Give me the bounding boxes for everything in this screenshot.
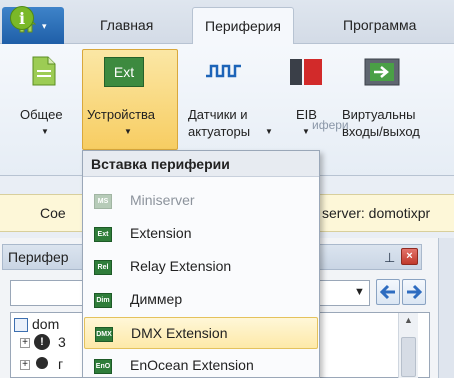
virtual-input-icon	[364, 58, 400, 86]
menu-item-extension[interactable]: Ext Extension	[84, 218, 318, 250]
vertical-scrollbar[interactable]: ▲	[398, 313, 418, 378]
virtual-io-button[interactable]: Виртуальны входы/выход	[336, 50, 454, 150]
tree-root-label[interactable]: dom	[32, 316, 59, 332]
side-pane-edge	[438, 238, 454, 378]
menu-item-label: Диммер	[130, 291, 183, 307]
tree-item-label[interactable]: г	[58, 356, 63, 372]
virtual-label-line2: входы/выход	[342, 124, 420, 139]
info-icon: i	[10, 6, 34, 30]
tab-program[interactable]: Программа	[331, 7, 428, 44]
extension-module-icon: Ext	[104, 57, 144, 87]
menu-item-label: DMX Extension	[131, 325, 228, 341]
periphery-panel-title: Перифер	[8, 249, 69, 265]
menu-item-dmx-extension[interactable]: DMX DMX Extension	[84, 317, 318, 349]
expand-icon[interactable]: +	[20, 338, 30, 348]
close-icon[interactable]: ×	[401, 248, 418, 265]
eib-button[interactable]: EIB ▼	[282, 50, 328, 150]
tab-periphery[interactable]: Периферия	[192, 7, 294, 45]
extension-icon: Ext	[94, 227, 112, 242]
info-text-left: Сое	[40, 205, 66, 221]
tree-item-label[interactable]: 3	[58, 334, 66, 350]
chevron-down-icon: ▾	[42, 21, 47, 31]
ribbon-group-label: ифери	[312, 118, 349, 132]
arrow-left-icon	[379, 284, 395, 300]
menu-item-miniserver[interactable]: MS Miniserver	[84, 185, 318, 217]
menu-item-enocean-extension[interactable]: EnO EnOcean Extension	[84, 350, 318, 378]
chevron-down-icon: ▼	[124, 127, 132, 136]
document-icon	[32, 56, 56, 86]
menu-header: Вставка периферии	[83, 151, 319, 177]
sensors-actuators-button[interactable]: Датчики и актуаторы ▼	[184, 50, 278, 150]
dimmer-icon: Dim	[94, 293, 112, 308]
menu-item-dimmer[interactable]: Dim Диммер	[84, 284, 318, 316]
chevron-down-icon: ▼	[265, 127, 273, 136]
warning-icon: !	[34, 334, 50, 350]
sensors-label-line2: актуаторы	[188, 124, 251, 139]
tab-home[interactable]: Главная	[88, 7, 165, 44]
devices-label: Устройства	[87, 107, 156, 122]
sensors-label-line1: Датчики и	[188, 107, 248, 122]
miniserver-icon: MS	[94, 194, 112, 209]
chevron-down-icon: ▼	[41, 127, 49, 136]
expand-icon[interactable]: +	[20, 360, 30, 370]
enocean-extension-icon: EnO	[94, 359, 112, 374]
relay-extension-icon: Rel	[94, 260, 112, 275]
arrow-right-icon	[407, 284, 423, 300]
miniserver-tree-icon	[14, 318, 28, 332]
menu-item-label: Extension	[130, 225, 192, 241]
dmx-extension-icon: DMX	[95, 327, 113, 342]
forward-button[interactable]	[402, 279, 426, 305]
scrollbar-thumb[interactable]	[401, 337, 416, 377]
back-button[interactable]	[376, 279, 400, 305]
virtual-label-line1: Виртуальны	[342, 107, 416, 122]
pulse-signal-icon	[206, 64, 241, 78]
devices-button[interactable]: Ext Устройства ▼	[82, 49, 178, 150]
eib-icon	[290, 59, 322, 85]
info-text-right: server: domotixpr	[322, 205, 431, 221]
chevron-up-icon[interactable]: ▲	[404, 315, 413, 325]
chevron-down-icon: ▼	[302, 127, 310, 136]
general-button[interactable]: Общее ▼	[8, 50, 76, 150]
pin-icon[interactable]: ⊥	[384, 250, 395, 266]
device-icon	[36, 357, 48, 369]
menu-item-label: EnOcean Extension	[130, 357, 254, 373]
chevron-down-icon[interactable]: ▼	[354, 286, 365, 298]
menu-item-relay-extension[interactable]: Rel Relay Extension	[84, 251, 318, 283]
menu-item-label: Miniserver	[130, 192, 195, 208]
general-label: Общее	[20, 107, 63, 122]
menu-item-label: Relay Extension	[130, 258, 232, 274]
